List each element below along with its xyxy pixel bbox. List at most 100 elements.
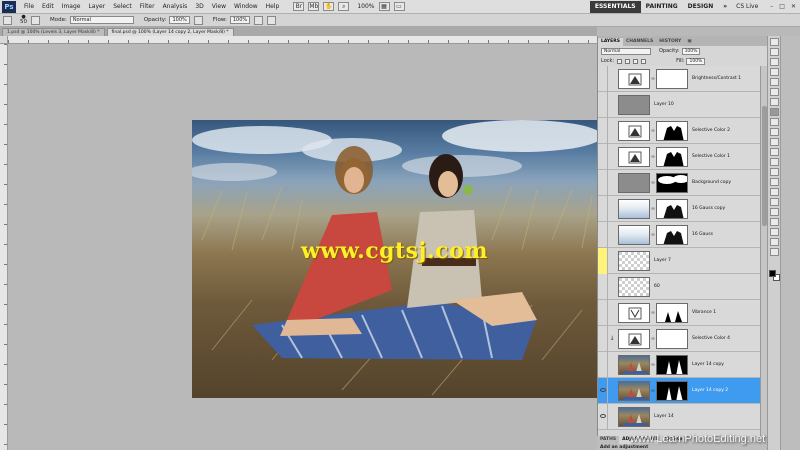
menu-layer[interactable]: Layer (88, 3, 105, 10)
spot-heal-tool-icon[interactable] (770, 98, 779, 106)
shape-tool-icon[interactable] (770, 208, 779, 216)
layer-visibility-toggle[interactable] (598, 351, 608, 378)
brush-panel-toggle-icon[interactable] (31, 15, 40, 25)
layer-mask-thumbnail[interactable] (656, 120, 688, 141)
layer-thumbnail[interactable] (618, 198, 650, 219)
zoom-view-icon[interactable]: ⌕ (338, 2, 350, 11)
layer-visibility-toggle[interactable] (598, 66, 608, 92)
brush-tool-icon[interactable] (770, 108, 779, 116)
layer-row[interactable]: Layer 7 (598, 247, 760, 274)
tab-history[interactable]: HISTORY (656, 38, 684, 46)
history-brush-tool-icon[interactable] (770, 128, 779, 136)
maximize-button[interactable]: □ (779, 3, 785, 10)
type-tool-icon[interactable] (770, 188, 779, 196)
3d-orbit-tool-icon[interactable] (770, 228, 779, 236)
layer-visibility-toggle[interactable] (598, 221, 608, 248)
layer-name[interactable]: 16 Gauss (692, 232, 713, 237)
document-photo[interactable]: www.cgtsj.com (192, 120, 597, 398)
layer-row[interactable]: Layer 14 (598, 403, 760, 430)
lock-pixels-icon[interactable] (625, 58, 631, 64)
minibridge-icon[interactable]: Mb (308, 2, 320, 11)
layer-name[interactable]: Layer 7 (654, 258, 671, 263)
layer-visibility-toggle[interactable] (598, 325, 608, 352)
eraser-tool-icon[interactable] (770, 138, 779, 146)
lock-transparency-icon[interactable] (617, 58, 623, 64)
layer-thumbnail[interactable] (618, 224, 650, 245)
menu-view[interactable]: View (212, 3, 226, 10)
layer-row[interactable]: ∞ Background copy (598, 169, 760, 196)
layer-thumbnail[interactable] (618, 276, 650, 297)
layer-name[interactable]: Layer 14 copy 2 (692, 388, 728, 393)
brush-tool-preset-icon[interactable] (3, 15, 12, 25)
close-button[interactable]: ✕ (791, 3, 796, 10)
lock-all-icon[interactable] (641, 58, 647, 64)
crop-tool-icon[interactable] (770, 78, 779, 86)
blend-mode-select[interactable]: Normal (601, 47, 651, 55)
layer-thumbnail[interactable] (618, 406, 650, 427)
airbrush-icon[interactable] (254, 15, 264, 25)
layer-name[interactable]: Selective Color 4 (692, 336, 730, 341)
layer-row[interactable]: ∞ Selective Color 2 (598, 117, 760, 144)
layer-row[interactable]: ∞ Vibrance 1 (598, 299, 760, 326)
hand-tool-icon[interactable] (770, 238, 779, 246)
layer-row[interactable]: 60 (598, 273, 760, 300)
move-tool-icon[interactable] (770, 38, 779, 46)
layer-mask-thumbnail[interactable] (656, 380, 688, 401)
layer-mask-thumbnail[interactable] (656, 146, 688, 167)
layer-name[interactable]: Layer 10 (654, 102, 674, 107)
layer-name[interactable]: Brightness/Contrast 1 (692, 76, 741, 81)
layer-opacity-input[interactable]: 100% (681, 47, 701, 55)
menu-select[interactable]: Select (113, 3, 132, 10)
horizontal-ruler[interactable] (8, 36, 597, 44)
layer-mask-thumbnail[interactable] (656, 302, 688, 323)
eyedropper-tool-icon[interactable] (770, 88, 779, 96)
pen-tool-icon[interactable] (770, 178, 779, 186)
workspace-design[interactable]: DESIGN (683, 1, 719, 13)
layer-row[interactable]: Layer 10 (598, 91, 760, 118)
layer-row[interactable]: ∞ Layer 14 copy 2 (598, 377, 760, 404)
layer-name[interactable]: Layer 14 (654, 414, 674, 419)
layer-visibility-toggle[interactable] (598, 117, 608, 144)
pressure-opacity-icon[interactable] (193, 15, 203, 25)
layer-thumbnail[interactable] (618, 68, 650, 89)
layer-visibility-toggle[interactable] (598, 247, 608, 274)
layer-mask-thumbnail[interactable] (656, 328, 688, 349)
layer-visibility-toggle[interactable] (598, 273, 608, 300)
menu-image[interactable]: Image (62, 3, 81, 10)
screen-mode-icon[interactable]: ▭ (393, 2, 405, 11)
pressure-size-icon[interactable] (267, 15, 277, 25)
arrange-documents-icon[interactable]: ▦ (378, 2, 390, 11)
bridge-icon[interactable]: Br (293, 2, 305, 11)
ruler-origin[interactable] (0, 36, 8, 44)
layer-mask-thumbnail[interactable] (656, 68, 688, 89)
lock-position-icon[interactable] (633, 58, 639, 64)
layer-mask-thumbnail[interactable] (656, 224, 688, 245)
tab-extra[interactable]: ▣ (684, 38, 694, 46)
layer-name[interactable]: 16 Gauss copy (692, 206, 725, 211)
mode-select[interactable]: Normal (69, 16, 134, 24)
tab-final-psd[interactable]: final.psd @ 100% (Layer 14 copy 2, Layer… (106, 28, 234, 36)
layer-row[interactable]: ∞ 16 Gauss (598, 221, 760, 248)
layer-thumbnail[interactable] (618, 146, 650, 167)
tab-paths[interactable]: PATHS (597, 436, 619, 444)
marquee-tool-icon[interactable] (770, 48, 779, 56)
layer-name[interactable]: Selective Color 1 (692, 154, 730, 159)
3d-rotate-tool-icon[interactable] (770, 218, 779, 226)
layer-row[interactable]: ∞ Brightness/Contrast 1 (598, 66, 760, 92)
layer-thumbnail[interactable] (618, 302, 650, 323)
layer-row[interactable]: ∞ Layer 14 copy (598, 351, 760, 378)
layer-thumbnail[interactable] (618, 250, 650, 271)
layer-name[interactable]: Layer 14 copy (692, 362, 724, 367)
flow-input[interactable]: 100% (229, 16, 251, 24)
brush-size-picker[interactable]: ● 50 (20, 15, 27, 25)
tab-channels[interactable]: CHANNELS (623, 38, 656, 46)
layer-visibility-toggle[interactable] (598, 195, 608, 222)
foreground-color-swatch[interactable] (769, 270, 776, 277)
layer-visibility-toggle[interactable] (598, 299, 608, 326)
zoom-tool-icon[interactable] (770, 248, 779, 256)
tab-layers[interactable]: LAYERS (598, 38, 623, 46)
menu-analysis[interactable]: Analysis (163, 3, 188, 10)
gradient-tool-icon[interactable] (770, 148, 779, 156)
workspace-essentials[interactable]: ESSENTIALS (589, 0, 641, 13)
layer-name[interactable]: 60 (654, 284, 660, 289)
